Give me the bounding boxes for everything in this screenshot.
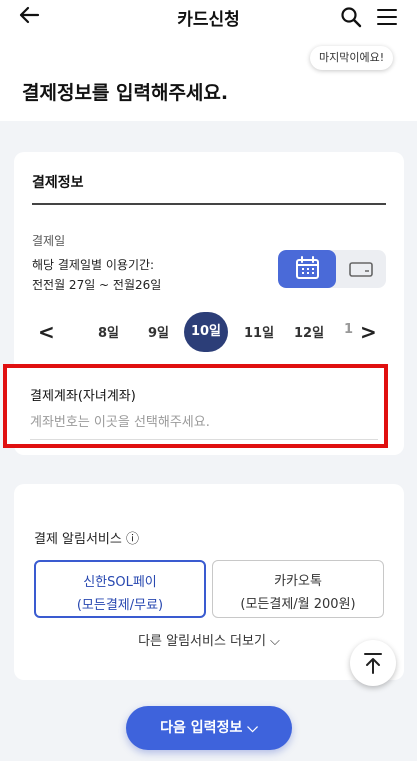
section-title: 결제정보 bbox=[32, 175, 84, 191]
option-name: 카카오톡 bbox=[274, 574, 322, 589]
notify-option-kakaotalk[interactable]: 카카오톡 (모든결제/월 200원) bbox=[212, 560, 384, 618]
day-option[interactable]: 11일 bbox=[244, 322, 274, 341]
card-icon bbox=[349, 262, 373, 277]
day-option[interactable]: 9일 bbox=[148, 322, 169, 341]
calendar-view-button[interactable] bbox=[278, 250, 336, 288]
menu-button[interactable] bbox=[376, 6, 400, 30]
hamburger-menu-icon bbox=[377, 9, 397, 25]
account-number-input[interactable] bbox=[30, 411, 360, 433]
notify-title: 결제 알림서비스 ⓘ bbox=[34, 532, 139, 547]
chevron-right-icon: > bbox=[360, 320, 377, 344]
option-name: 신한SOL페이 bbox=[83, 575, 157, 590]
day-option-partial[interactable]: 1 bbox=[344, 322, 353, 337]
usage-period-label: 해당 결제일별 이용기간: bbox=[32, 258, 155, 272]
usage-period-value: 전전월 27일 ~ 전월26일 bbox=[32, 278, 162, 292]
header-area: 마지막이에요! 결제정보를 입력해주세요. bbox=[0, 36, 417, 121]
day-option-selected[interactable]: 10일 bbox=[184, 312, 228, 352]
more-notify-link[interactable]: 다른 알림서비스 더보기 ⌵ bbox=[14, 630, 404, 649]
pay-day-selector: < 8일 9일 10일 11일 12일 1 > bbox=[14, 312, 404, 352]
scroll-top-button[interactable] bbox=[350, 640, 396, 686]
chevron-left-icon: < bbox=[38, 320, 55, 344]
account-label: 결제계좌(자녀계좌) bbox=[30, 389, 136, 404]
next-day-button[interactable]: > bbox=[360, 320, 377, 344]
next-step-button[interactable]: 다음 입력정보 ⌵ bbox=[126, 706, 292, 750]
option-price: (모든결제/월 200원) bbox=[240, 597, 356, 612]
day-option[interactable]: 12일 bbox=[294, 322, 324, 341]
search-button[interactable] bbox=[340, 6, 364, 30]
prev-day-button[interactable]: < bbox=[38, 320, 55, 344]
input-underline bbox=[30, 439, 378, 440]
view-toggle bbox=[278, 250, 386, 288]
notify-options: 신한SOL페이 (모든결제/무료) 카카오톡 (모든결제/월 200원) bbox=[34, 560, 386, 618]
top-bar: 카드신청 bbox=[0, 0, 417, 36]
option-price: (모든결제/무료) bbox=[76, 598, 164, 613]
pay-day-label: 결제일 bbox=[32, 234, 66, 248]
day-option[interactable]: 8일 bbox=[98, 322, 119, 341]
calendar-icon bbox=[296, 256, 319, 279]
notify-service-card: 결제 알림서비스 ⓘ 신한SOL페이 (모든결제/무료) 카카오톡 (모든결제/… bbox=[14, 484, 404, 680]
account-field-highlight bbox=[3, 364, 388, 448]
card-view-button[interactable] bbox=[336, 250, 386, 288]
page-heading: 결제정보를 입력해주세요. bbox=[22, 82, 229, 104]
divider bbox=[32, 203, 386, 205]
arrow-up-icon bbox=[364, 653, 382, 674]
step-tooltip: 마지막이에요! bbox=[310, 46, 394, 70]
notify-option-shinhan-sol[interactable]: 신한SOL페이 (모든결제/무료) bbox=[34, 560, 206, 618]
search-icon bbox=[341, 7, 362, 28]
